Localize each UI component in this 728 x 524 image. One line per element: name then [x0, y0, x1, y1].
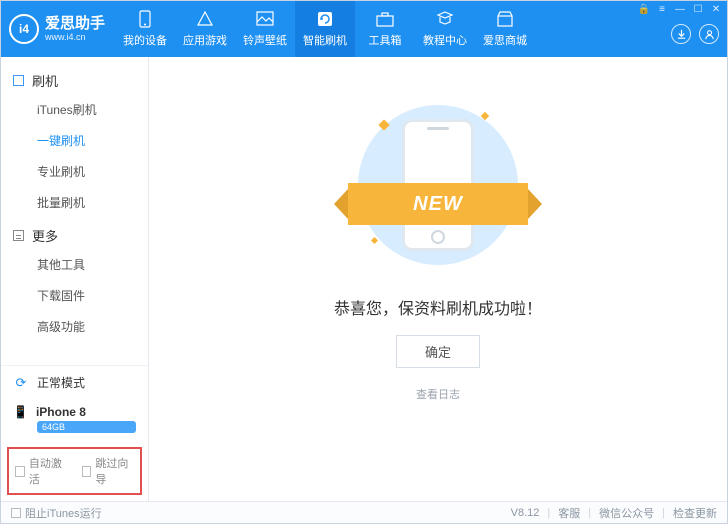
menu-icon[interactable]: ≡ [656, 3, 668, 15]
mode-row[interactable]: ⟳ 正常模式 [1, 366, 148, 399]
checkbox-icon [15, 466, 25, 477]
checkbox-label: 跳过向导 [95, 455, 134, 487]
phone-icon: 📱 [13, 405, 28, 419]
sidebar: 刷机 iTunes刷机 一键刷机 专业刷机 批量刷机 更多 其他工具 下载固件 … [1, 57, 149, 501]
tab-label: 应用游戏 [183, 32, 227, 48]
group-title: 更多 [32, 226, 58, 245]
mode-label: 正常模式 [37, 374, 85, 391]
header-right [671, 11, 727, 57]
app-subtitle: www.i4.cn [45, 33, 105, 42]
app-window: 🔒 ≡ — ☐ ✕ i4 爱思助手 www.i4.cn 我的设备 应用游戏 [0, 0, 728, 524]
storage-badge: 64GB [37, 421, 136, 433]
ok-button[interactable]: 确定 [396, 335, 480, 368]
tab-label: 教程中心 [423, 32, 467, 48]
tab-label: 智能刷机 [303, 32, 347, 48]
app-title: 爱思助手 [45, 16, 105, 31]
tab-toolbox[interactable]: 工具箱 [355, 1, 415, 57]
tab-ringtones[interactable]: 铃声壁纸 [235, 1, 295, 57]
logo-mark: i4 [9, 14, 39, 44]
skip-guide-checkbox[interactable]: 跳过向导 [82, 455, 135, 487]
more-group-icon [13, 230, 24, 241]
tutorial-icon [436, 10, 454, 28]
tab-label: 铃声壁纸 [243, 32, 287, 48]
wallpaper-icon [256, 10, 274, 28]
device-name: iPhone 8 [36, 405, 86, 419]
refresh-icon: ⟳ [13, 375, 29, 391]
group-title: 刷机 [32, 71, 58, 90]
tab-store[interactable]: 爱思商城 [475, 1, 535, 57]
spark-icon [378, 119, 389, 130]
apps-icon [196, 10, 214, 28]
view-log-link[interactable]: 查看日志 [416, 386, 460, 402]
maximize-icon[interactable]: ☐ [692, 3, 704, 15]
device-icon [136, 10, 154, 28]
sidebar-item-other-tools[interactable]: 其他工具 [1, 249, 148, 280]
checkbox-icon [82, 466, 92, 477]
close-icon[interactable]: ✕ [710, 3, 722, 15]
checkbox-icon [11, 508, 21, 518]
tab-my-device[interactable]: 我的设备 [115, 1, 175, 57]
success-illustration: NEW [338, 105, 538, 265]
sidebar-bottom: ⟳ 正常模式 📱 iPhone 8 64GB 自动激活 [1, 365, 148, 501]
logo: i4 爱思助手 www.i4.cn [1, 1, 115, 57]
tab-flash[interactable]: 智能刷机 [295, 1, 355, 57]
top-tabs: 我的设备 应用游戏 铃声壁纸 智能刷机 工具箱 教程中心 [115, 1, 671, 57]
sidebar-group-more[interactable]: 更多 [1, 218, 148, 249]
minimize-icon[interactable]: — [674, 3, 686, 15]
tab-label: 爱思商城 [483, 32, 527, 48]
block-itunes-checkbox[interactable]: 阻止iTunes运行 [11, 505, 102, 521]
tab-label: 工具箱 [369, 32, 402, 48]
flash-icon [316, 10, 334, 28]
checkbox-label: 阻止iTunes运行 [25, 505, 102, 521]
auto-activate-checkbox[interactable]: 自动激活 [15, 455, 68, 487]
sidebar-item-advanced[interactable]: 高级功能 [1, 311, 148, 342]
checkbox-label: 自动激活 [29, 455, 68, 487]
flash-group-icon [13, 75, 24, 86]
sidebar-group-flash[interactable]: 刷机 [1, 63, 148, 94]
sidebar-item-oneclick-flash[interactable]: 一键刷机 [1, 125, 148, 156]
tab-label: 我的设备 [123, 32, 167, 48]
spark-icon [481, 112, 489, 120]
header: 🔒 ≡ — ☐ ✕ i4 爱思助手 www.i4.cn 我的设备 应用游戏 [1, 1, 727, 57]
store-icon [496, 10, 514, 28]
device-row[interactable]: 📱 iPhone 8 64GB [1, 399, 148, 443]
sidebar-item-download-fw[interactable]: 下载固件 [1, 280, 148, 311]
body: 刷机 iTunes刷机 一键刷机 专业刷机 批量刷机 更多 其他工具 下载固件 … [1, 57, 727, 501]
tab-tutorials[interactable]: 教程中心 [415, 1, 475, 57]
sidebar-item-pro-flash[interactable]: 专业刷机 [1, 156, 148, 187]
main-panel: NEW 恭喜您，保资料刷机成功啦！ 确定 查看日志 [149, 57, 727, 501]
sidebar-item-batch-flash[interactable]: 批量刷机 [1, 187, 148, 218]
check-update-link[interactable]: 检查更新 [673, 505, 717, 521]
options-highlight: 自动激活 跳过向导 [7, 447, 142, 495]
spark-icon [371, 237, 378, 244]
new-ribbon: NEW [348, 183, 528, 225]
sidebar-item-itunes-flash[interactable]: iTunes刷机 [1, 94, 148, 125]
download-button[interactable] [671, 24, 691, 44]
toolbox-icon [376, 10, 394, 28]
version-label: V8.12 [511, 507, 540, 519]
user-button[interactable] [699, 24, 719, 44]
window-controls: 🔒 ≡ — ☐ ✕ [638, 3, 722, 15]
tab-apps[interactable]: 应用游戏 [175, 1, 235, 57]
wechat-link[interactable]: 微信公众号 [599, 505, 654, 521]
support-link[interactable]: 客服 [558, 505, 580, 521]
success-message: 恭喜您，保资料刷机成功啦！ [334, 295, 542, 319]
lock-icon[interactable]: 🔒 [638, 3, 650, 15]
status-bar: 阻止iTunes运行 V8.12 | 客服 | 微信公众号 | 检查更新 [1, 501, 727, 523]
